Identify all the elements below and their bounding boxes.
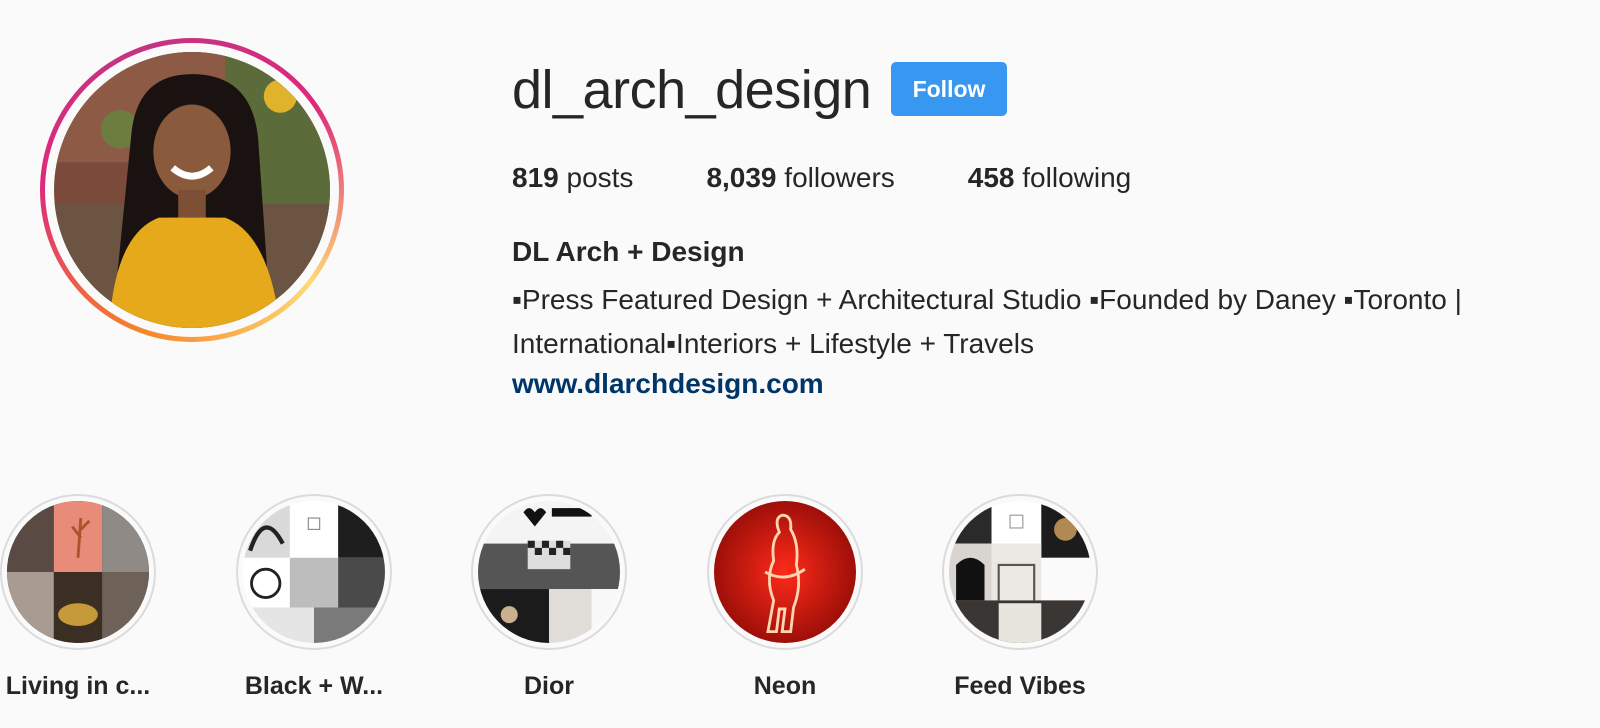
posts-label: posts	[566, 162, 634, 193]
highlight-label: Black + W...	[244, 672, 384, 700]
highlight-ring	[0, 494, 156, 650]
posts-stat: 819 posts	[512, 160, 633, 196]
highlight-cover-image	[243, 501, 385, 643]
highlight-ring	[471, 494, 627, 650]
followers-label: followers	[784, 162, 895, 193]
highlight-label: Living in c...	[5, 672, 151, 700]
highlight-item[interactable]: Dior	[431, 494, 667, 701]
highlight-cover-image	[478, 501, 620, 643]
following-label: following	[1022, 162, 1132, 193]
highlight-item[interactable]: Feed Vibes	[902, 494, 1138, 701]
highlight-item[interactable]: Neon	[667, 494, 903, 701]
following-stat[interactable]: 458 following	[968, 160, 1131, 196]
highlight-ring	[707, 494, 863, 650]
highlight-cover-image	[7, 501, 149, 643]
profile-stats: 819 posts 8,039 followers 458 following	[512, 160, 1204, 196]
posts-count: 819	[512, 162, 559, 193]
followers-stat[interactable]: 8,039 followers	[706, 160, 894, 196]
follow-button[interactable]: Follow	[891, 62, 1007, 116]
highlight-ring	[942, 494, 1098, 650]
profile-username: dl_arch_design	[512, 60, 872, 120]
profile-full-name: DL Arch + Design	[512, 236, 745, 267]
highlight-item[interactable]: Living in c...	[0, 494, 196, 701]
highlight-cover-image	[714, 501, 856, 643]
highlight-label: Dior	[524, 672, 574, 700]
highlight-cover-image	[949, 501, 1091, 643]
profile-website-link[interactable]: www.dlarchdesign.com	[512, 364, 824, 404]
highlight-label: Neon	[753, 672, 817, 700]
highlight-item[interactable]: Black + W...	[196, 494, 432, 701]
avatar-story-ring[interactable]	[40, 38, 344, 342]
followers-count: 8,039	[706, 162, 777, 193]
highlight-ring	[236, 494, 392, 650]
highlight-label: Feed Vibes	[954, 672, 1086, 700]
avatar	[54, 52, 330, 328]
profile-bio: ▪Press Featured Design + Architectural S…	[512, 284, 1462, 359]
following-count: 458	[967, 162, 1015, 193]
profile-page: dl_arch_design Follow 819 posts 8,039 fo…	[0, 0, 1600, 728]
